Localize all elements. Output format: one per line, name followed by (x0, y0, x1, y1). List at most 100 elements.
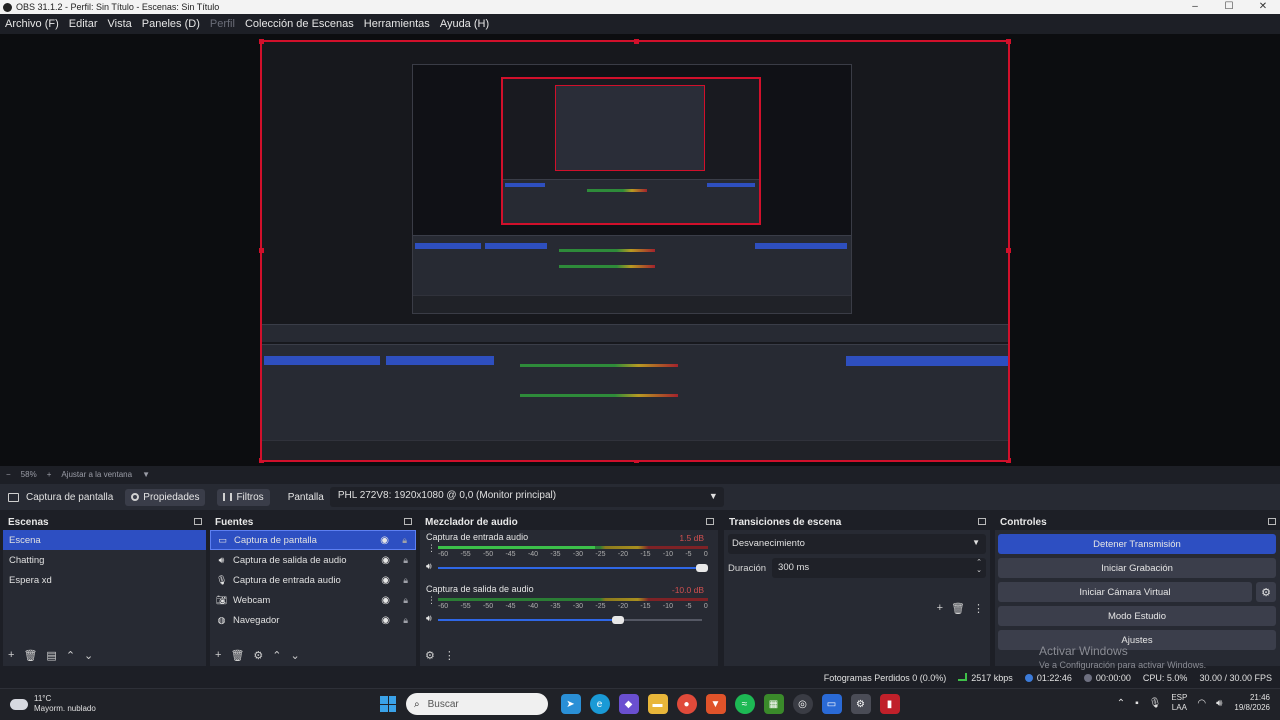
menu-vista[interactable]: Vista (108, 18, 132, 30)
edge-icon[interactable]: e (589, 694, 610, 714)
wifi-icon[interactable]: ◠ (1197, 698, 1206, 709)
eye-icon[interactable]: ◉ (380, 535, 389, 546)
clock[interactable]: 21:46 19/8/2026 (1234, 693, 1270, 713)
undock-icon[interactable] (978, 518, 986, 525)
close-button[interactable]: ✕ (1246, 0, 1280, 14)
obs-icon[interactable]: ◎ (792, 694, 813, 714)
language-indicator[interactable]: ESP LAA (1171, 693, 1187, 713)
minimize-button[interactable]: – (1178, 0, 1212, 14)
scene-item-escena[interactable]: Escena (3, 530, 206, 550)
start-virtual-camera-button[interactable]: Iniciar Cámara Virtual (998, 582, 1252, 602)
volume-slider[interactable] (438, 564, 708, 572)
scene-item-espera[interactable]: Espera xd (3, 570, 206, 590)
source-item-entrada-audio[interactable]: 🎙︎ Captura de entrada audio ◉ 🔒︎ (210, 570, 416, 590)
gear-icon[interactable]: ⚙ (1256, 582, 1276, 602)
eye-icon[interactable]: ◉ (381, 555, 390, 566)
resize-handle[interactable] (634, 39, 639, 44)
menu-herramientas[interactable]: Herramientas (364, 18, 430, 30)
preview-area[interactable] (0, 34, 1280, 466)
spotify-icon[interactable]: ≈ (734, 694, 755, 714)
lock-icon[interactable]: 🔒︎ (403, 595, 408, 606)
eye-icon[interactable]: ◉ (381, 595, 390, 606)
filters-button[interactable]: Filtros (217, 488, 270, 506)
source-item-navegador[interactable]: ◍ Navegador ◉ 🔒︎ (210, 610, 416, 630)
add-transition-icon[interactable]: + (937, 602, 943, 615)
stop-streaming-button[interactable]: Detener Transmisión (998, 534, 1276, 554)
taskbar-search[interactable]: ⌕ Buscar (406, 693, 548, 715)
resize-handle[interactable] (1006, 248, 1011, 253)
start-recording-button[interactable]: Iniciar Grabación (998, 558, 1276, 578)
menu-paneles[interactable]: Paneles (D) (142, 18, 200, 30)
undock-icon[interactable] (194, 518, 202, 525)
resize-handle[interactable] (259, 39, 264, 44)
display-select[interactable]: PHL 272V8: 1920x1080 @ 0,0 (Monitor prin… (329, 487, 724, 507)
windows-start-icon[interactable] (380, 696, 396, 712)
move-down-icon[interactable]: ⌄ (84, 649, 93, 662)
volume-knob[interactable] (696, 564, 708, 572)
minecraft-icon[interactable]: ▦ (763, 694, 784, 714)
menu-archivo[interactable]: Archivo (F) (5, 18, 59, 30)
undock-icon[interactable] (706, 518, 714, 525)
settings-icon[interactable]: ⚙ (850, 694, 871, 714)
speaker-icon[interactable]: 🔊︎ (426, 561, 432, 572)
tray-app-icon[interactable]: ▪ (1135, 698, 1139, 709)
move-up-icon[interactable]: ⌃ (272, 649, 281, 662)
trash-icon[interactable]: 🗑 (23, 649, 37, 662)
lock-icon[interactable]: 🔒︎ (403, 575, 408, 586)
lock-icon[interactable]: 🔒︎ (402, 535, 407, 546)
more-options-icon[interactable]: ⋮ (427, 543, 436, 554)
volume-icon[interactable]: 🔊︎ (1216, 698, 1222, 709)
zoom-in-button[interactable]: + (47, 470, 52, 479)
more-options-icon[interactable]: ⋮ (973, 602, 984, 615)
add-source-icon[interactable]: + (215, 649, 221, 661)
zoom-dropdown-icon[interactable]: ▼ (142, 470, 150, 479)
weather-widget[interactable]: 11°C Mayorm. nublado (10, 694, 96, 714)
chrome-icon[interactable]: ● (676, 694, 697, 714)
undock-icon[interactable] (1268, 518, 1276, 525)
file-explorer-icon[interactable]: ▬ (647, 694, 668, 714)
move-up-icon[interactable]: ⌃ (66, 649, 75, 662)
transition-select[interactable]: Desvanecimiento ▼ (728, 534, 986, 554)
trash-icon[interactable]: 🗑 (951, 602, 965, 615)
zoom-out-button[interactable]: − (6, 470, 11, 479)
speaker-icon[interactable]: 🔊︎ (426, 613, 432, 624)
undock-icon[interactable] (404, 518, 412, 525)
telegram-icon[interactable]: ➤ (560, 694, 581, 714)
preview-canvas[interactable] (259, 39, 1011, 463)
resize-handle[interactable] (259, 248, 264, 253)
red-app-icon[interactable]: ▮ (879, 694, 900, 714)
menu-editar[interactable]: Editar (69, 18, 98, 30)
advanced-audio-icon[interactable]: ⚙ (425, 649, 435, 662)
move-down-icon[interactable]: ⌄ (291, 649, 300, 662)
eye-icon[interactable]: ◉ (381, 615, 390, 626)
resize-handle[interactable] (1006, 39, 1011, 44)
studio-mode-button[interactable]: Modo Estudio (998, 606, 1276, 626)
eye-icon[interactable]: ◉ (381, 575, 390, 586)
lock-icon[interactable]: 🔒︎ (403, 615, 408, 626)
menu-ayuda[interactable]: Ayuda (H) (440, 18, 489, 30)
duration-input[interactable]: 300 ms ⌃ ⌄ (772, 558, 986, 578)
screen-app-icon[interactable]: ▭ (821, 694, 842, 714)
filter-icon[interactable]: ▤ (46, 649, 56, 662)
source-item-captura-pantalla[interactable]: ▭ Captura de pantalla ◉ 🔒︎ (210, 530, 416, 550)
properties-button[interactable]: Propiedades (125, 488, 206, 506)
gear-icon[interactable]: ⚙ (253, 649, 263, 662)
tray-expand-icon[interactable]: ⌃ (1117, 698, 1125, 709)
copilot-icon[interactable]: ◆ (618, 694, 639, 714)
volume-knob[interactable] (611, 616, 624, 624)
more-options-icon[interactable]: ⋮ (427, 595, 436, 606)
source-item-webcam[interactable]: 📷︎ Webcam ◉ 🔒︎ (210, 590, 416, 610)
scene-item-chatting[interactable]: Chatting (3, 550, 206, 570)
brave-icon[interactable]: ▼ (705, 694, 726, 714)
more-options-icon[interactable]: ⋮ (444, 649, 455, 662)
globe-icon: ◍ (217, 614, 226, 625)
spinner-icon[interactable]: ⌃ ⌄ (976, 559, 982, 575)
menu-coleccion-escenas[interactable]: Colección de Escenas (245, 18, 354, 30)
lock-icon[interactable]: 🔒︎ (403, 555, 408, 566)
trash-icon[interactable]: 🗑 (230, 649, 244, 662)
add-scene-icon[interactable]: + (8, 649, 14, 661)
source-item-salida-audio[interactable]: 🔊︎ Captura de salida de audio ◉ 🔒︎ (210, 550, 416, 570)
volume-slider[interactable] (438, 616, 702, 624)
microphone-icon[interactable]: 🎙︎ (1149, 698, 1162, 709)
maximize-button[interactable]: ☐ (1212, 0, 1246, 14)
